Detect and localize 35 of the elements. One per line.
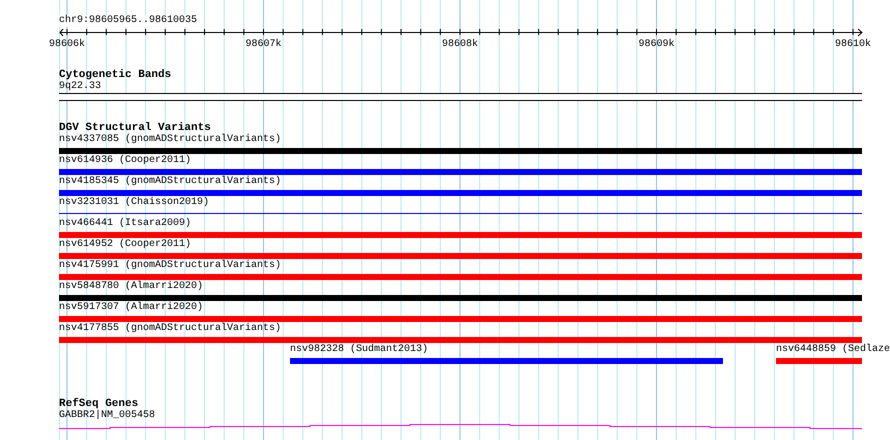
- track-title: DGV Structural Variants: [59, 122, 211, 134]
- track-title: Cytogenetic Bands: [59, 69, 172, 81]
- variant-bar[interactable]: [59, 337, 862, 343]
- ruler-label: 98609k: [638, 39, 674, 50]
- variant-label: nsv4175991 (gnomADStructuralVariants): [59, 260, 282, 272]
- track-title: RefSeq Genes: [59, 398, 138, 410]
- variant-label: nsv614952 (Cooper2011): [59, 239, 192, 251]
- ruler-label: 98606k: [49, 39, 85, 50]
- ruler-label: 98607k: [246, 39, 282, 50]
- variant-label: nsv5917307 (Almarri2020): [59, 302, 204, 314]
- variant-bar[interactable]: [59, 169, 862, 175]
- ruler-label: 98610k: [835, 39, 871, 50]
- variant-bar[interactable]: [59, 295, 862, 301]
- variant-label: nsv614936 (Cooper2011): [59, 155, 192, 167]
- variant-label: nsv4177855 (gnomADStructuralVariants): [59, 323, 282, 335]
- variant-label: nsv466441 (Itsara2009): [59, 218, 192, 230]
- variant-label: nsv3231031 (Chaisson2019): [59, 197, 210, 209]
- gene-line[interactable]: [59, 424, 862, 429]
- variant-label: nsv982328 (Sudmant2013): [290, 344, 428, 356]
- variant-bar[interactable]: [59, 253, 862, 259]
- variant-label: nsv4185345 (gnomADStructuralVariants): [59, 176, 282, 188]
- variant-bar[interactable]: [290, 358, 723, 364]
- variant-label: nsv6448859 (Sedlaze: [776, 344, 890, 356]
- position-text: chr9:98605965..98610035: [59, 15, 198, 27]
- variant-bar[interactable]: [59, 274, 862, 280]
- variant-label: nsv5848780 (Almarri2020): [59, 281, 204, 293]
- variant-bar[interactable]: [59, 232, 862, 238]
- band-label: 9q22.33: [59, 81, 102, 93]
- variant-bar[interactable]: [59, 190, 862, 196]
- variant-bar[interactable]: [776, 358, 862, 364]
- variant-bar[interactable]: [59, 148, 862, 154]
- ruler-label: 98608k: [442, 39, 478, 50]
- variant-bar[interactable]: [59, 316, 862, 322]
- gene-label: GABBR2|NM_005458: [59, 410, 156, 422]
- variant-label: nsv4337085 (gnomADStructuralVariants): [59, 134, 282, 146]
